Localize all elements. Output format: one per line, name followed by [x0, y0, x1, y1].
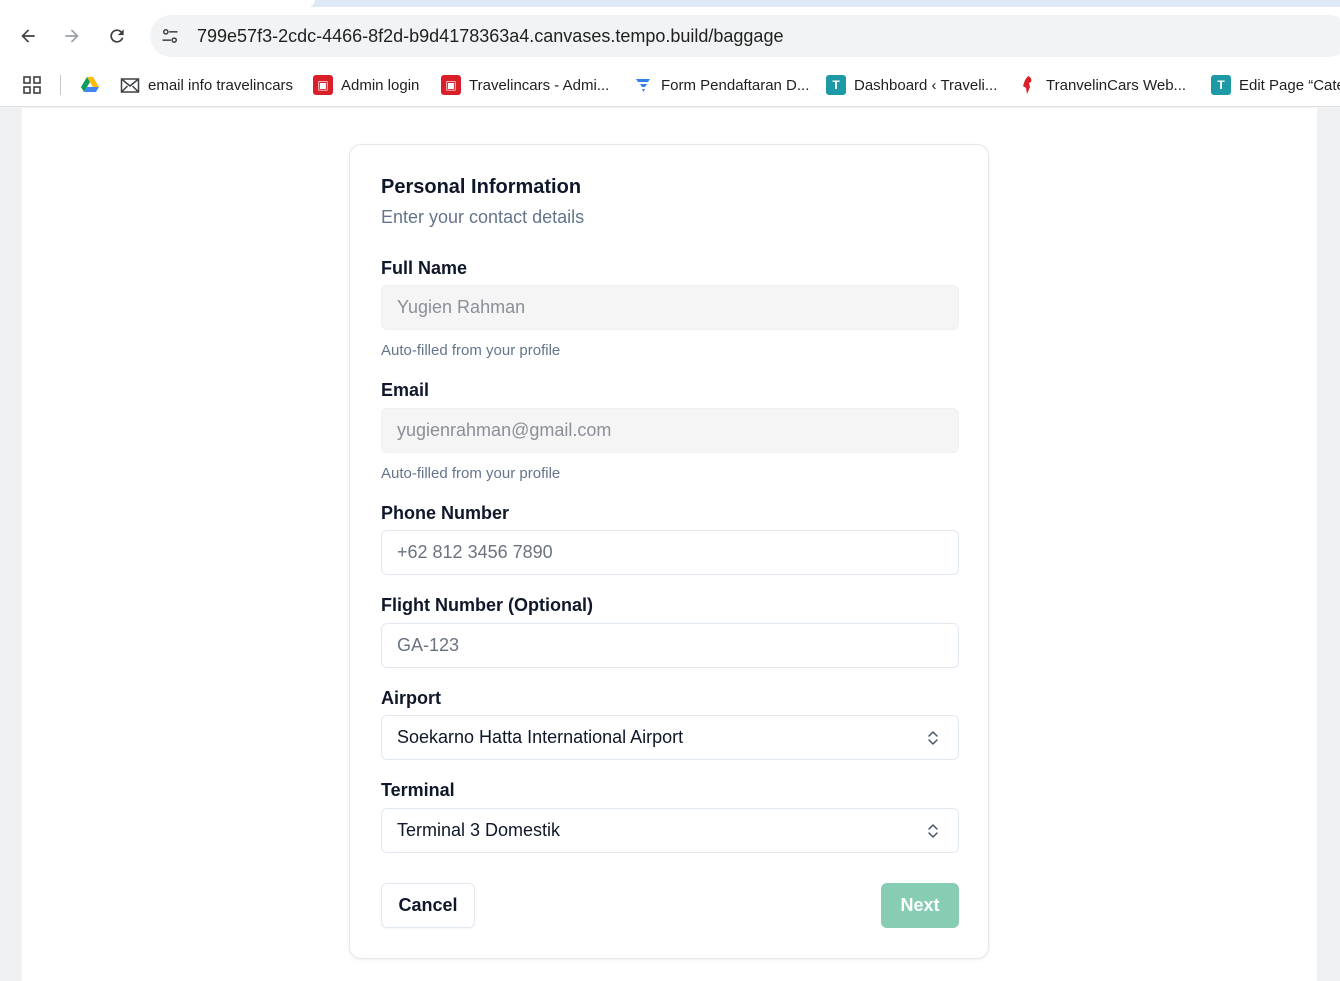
chevron-up-down-icon [928, 824, 938, 838]
airport-label: Airport [381, 688, 441, 708]
bookmark-travelincars-admin[interactable]: ▣ Travelincars - Admi... [441, 73, 609, 97]
flight-number-input[interactable] [381, 623, 959, 668]
back-button[interactable] [16, 24, 40, 48]
bookmark-tranvelincars-web[interactable]: TranvelinCars Web... [1018, 73, 1186, 97]
bookmark-edit-page[interactable]: T Edit Page “Cate [1211, 73, 1340, 97]
app-red-icon: ▣ [313, 75, 333, 95]
arrow-right-icon [65, 29, 79, 43]
bookmarks-divider [60, 75, 61, 95]
url-text[interactable]: 799e57f3-2cdc-4466-8f2d-b9d4178363a4.can… [197, 26, 783, 47]
airport-select[interactable]: Soekarno Hatta International Airport [381, 715, 959, 760]
forward-button[interactable] [60, 24, 84, 48]
card-subtitle: Enter your contact details [381, 207, 585, 227]
phone-input[interactable] [381, 530, 959, 575]
page-viewport: Personal Information Enter your contact … [0, 108, 1340, 981]
arrow-left-icon [21, 29, 35, 43]
bookmark-label: Dashboard ‹ Traveli... [854, 76, 998, 94]
email-field: yugienrahman@gmail.com [381, 408, 959, 453]
bookmark-label: Edit Page “Cate [1239, 76, 1340, 94]
bookmark-label: Travelincars - Admi... [469, 76, 610, 94]
terminal-select-value: Terminal 3 Domestik [397, 820, 561, 840]
full-name-label: Full Name [381, 258, 468, 278]
bookmark-label: email info travelincars [148, 76, 294, 94]
bookmark-label: TranvelinCars Web... [1046, 76, 1187, 94]
address-bar[interactable]: 799e57f3-2cdc-4466-8f2d-b9d4178363a4.can… [150, 15, 1340, 57]
site-info-icon[interactable] [160, 26, 180, 46]
mail-icon [120, 78, 140, 93]
app-red-icon: ▣ [441, 75, 461, 95]
bookmark-admin-login[interactable]: ▣ Admin login [313, 73, 419, 97]
wolf-icon [1023, 76, 1032, 94]
email-hint: Auto-filled from your profile [381, 465, 561, 482]
flight-label: Flight Number (Optional) [381, 595, 593, 615]
apps-button[interactable] [22, 73, 42, 97]
google-drive-icon [81, 77, 99, 92]
email-label: Email [381, 380, 430, 400]
apps-grid-icon [23, 76, 41, 94]
reload-button[interactable] [105, 24, 129, 48]
phone-label: Phone Number [381, 503, 510, 523]
next-button[interactable]: Next [881, 883, 959, 928]
bookmark-label: Admin login [341, 76, 420, 94]
personal-info-card: Personal Information Enter your contact … [349, 144, 989, 959]
t-icon: T [826, 75, 846, 95]
form-icon [636, 79, 650, 92]
airport-select-value: Soekarno Hatta International Airport [397, 727, 684, 747]
full-name-field: Yugien Rahman [381, 285, 959, 330]
bookmark-form-pendaftaran[interactable]: Form Pendaftaran D... [633, 73, 809, 97]
bookmark-email[interactable]: email info travelincars [120, 73, 293, 97]
bookmarks-bar: email info travelincars ▣ Admin login ▣ … [0, 65, 1340, 107]
cancel-button[interactable]: Cancel [381, 883, 475, 928]
t-icon: T [1211, 75, 1231, 95]
terminal-select[interactable]: Terminal 3 Domestik [381, 808, 959, 853]
terminal-label: Terminal [381, 780, 455, 800]
bookmark-dashboard[interactable]: T Dashboard ‹ Traveli... [826, 73, 997, 97]
card-title: Personal Information [381, 176, 582, 198]
bookmark-label: Form Pendaftaran D... [661, 76, 810, 94]
reload-icon [110, 29, 124, 43]
full-name-hint: Auto-filled from your profile [381, 342, 561, 359]
chevron-up-down-icon [928, 731, 938, 745]
browser-toolbar: 799e57f3-2cdc-4466-8f2d-b9d4178363a4.can… [0, 7, 1340, 65]
tab-strip [0, 0, 1340, 7]
bookmark-google-drive[interactable] [80, 73, 100, 97]
active-tab[interactable] [0, 0, 315, 7]
